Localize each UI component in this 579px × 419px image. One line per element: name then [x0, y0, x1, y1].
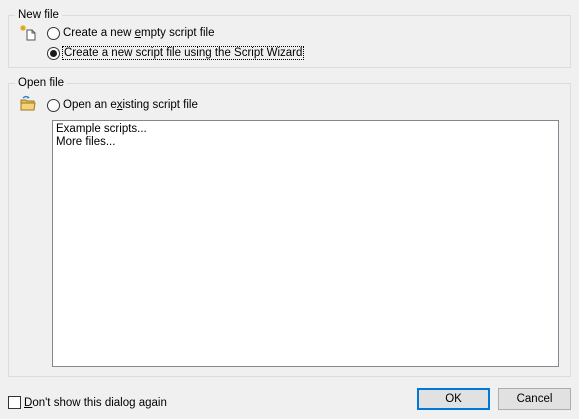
dont-show-again-option[interactable]: Don't show this dialog again [8, 396, 167, 409]
radio-existing-script[interactable] [47, 98, 60, 112]
cancel-button[interactable]: Cancel [498, 388, 571, 410]
script-file-list[interactable]: Example scripts... More files... [52, 120, 559, 367]
ok-button[interactable]: OK [417, 388, 490, 410]
list-item[interactable]: More files... [56, 136, 555, 149]
radio-empty-script[interactable] [47, 26, 60, 40]
new-file-icon [20, 25, 36, 41]
dont-show-again-checkbox[interactable] [8, 396, 21, 409]
radio-script-wizard[interactable] [47, 46, 60, 60]
option-empty-script[interactable]: Create a new empty script file [47, 25, 215, 41]
option-script-wizard-label: Create a new script file using the Scrip… [61, 46, 305, 60]
dont-show-again-label: Don't show this dialog again [24, 396, 167, 409]
option-script-wizard[interactable]: Create a new script file using the Scrip… [47, 45, 305, 61]
list-item[interactable]: Example scripts... [56, 123, 555, 136]
option-existing-script[interactable]: Open an existing script file [47, 97, 198, 113]
option-empty-script-label: Create a new empty script file [63, 27, 215, 39]
open-file-group-title: Open file [15, 76, 68, 90]
new-file-group-title: New file [15, 8, 62, 22]
open-folder-icon [20, 95, 36, 111]
option-existing-script-label: Open an existing script file [63, 99, 198, 111]
